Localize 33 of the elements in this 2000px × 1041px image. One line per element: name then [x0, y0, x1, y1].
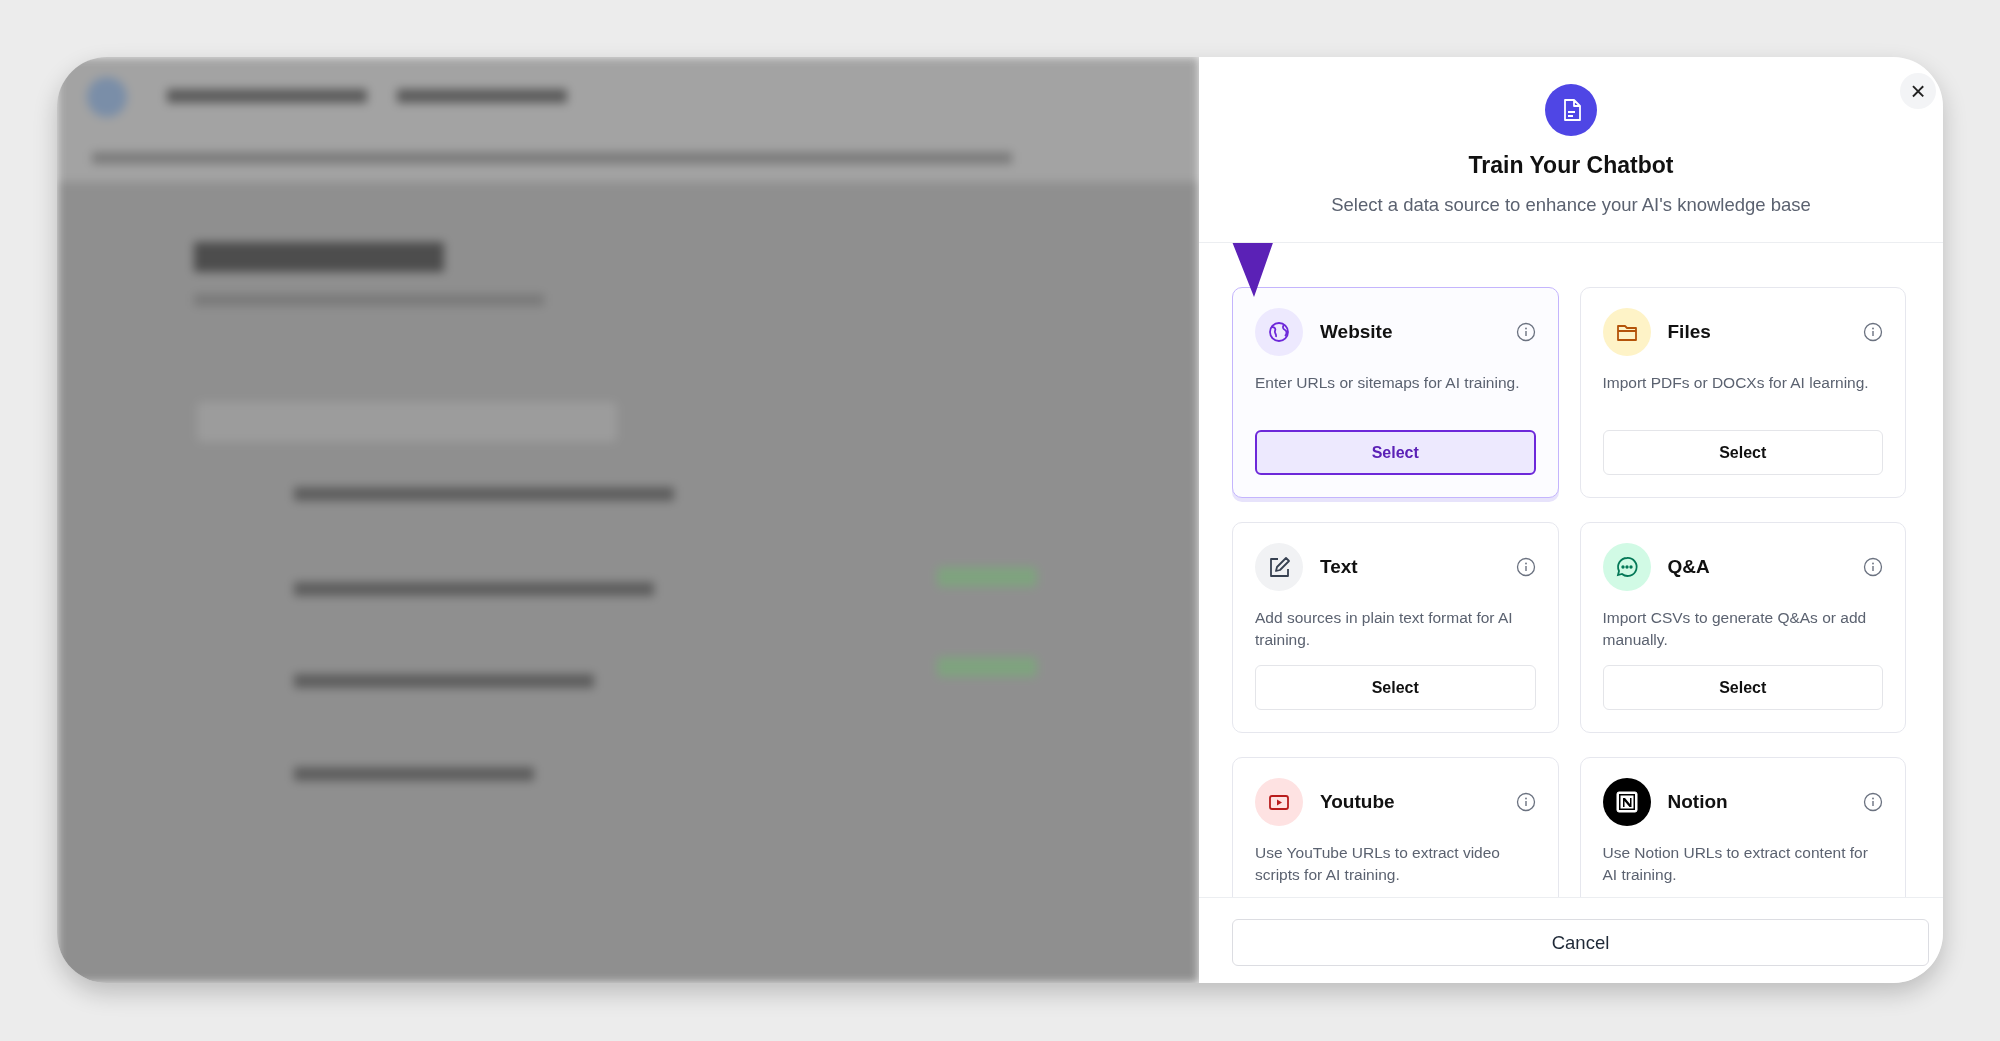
info-icon[interactable]: [1515, 557, 1536, 577]
source-name: Notion: [1667, 791, 1729, 813]
pencil-icon: [1255, 543, 1303, 591]
info-icon[interactable]: [1515, 792, 1536, 812]
info-icon[interactable]: [1515, 322, 1536, 342]
source-name: Youtube: [1320, 791, 1396, 813]
cancel-button[interactable]: Cancel: [1232, 919, 1929, 966]
select-button[interactable]: Select: [1602, 665, 1883, 710]
notion-icon: [1602, 778, 1651, 826]
source-description: Import CSVs to generate Q&As or add manually.: [1602, 608, 1868, 650]
source-name: Text: [1320, 556, 1359, 578]
source-name: Website: [1320, 321, 1394, 343]
dialog-title: Train Your Chatbot: [1468, 152, 1674, 179]
info-icon[interactable]: [1863, 792, 1883, 812]
source-description: Enter URLs or sitemaps for AI training.: [1255, 373, 1521, 393]
globe-icon: [1255, 308, 1303, 356]
source-description: Use YouTube URLs to extract video scripts for AI training.: [1255, 843, 1501, 885]
select-button[interactable]: Select: [1255, 430, 1536, 475]
source-description: Add sources in plain text format for AI training.: [1255, 608, 1514, 650]
info-icon[interactable]: [1863, 557, 1883, 577]
play-icon: [1255, 778, 1303, 826]
document-icon: [1545, 84, 1597, 136]
source-name: Q&A: [1667, 556, 1711, 578]
source-description: Use Notion URLs to extract content for AI training.: [1602, 843, 1869, 885]
info-icon[interactable]: [1863, 322, 1883, 342]
dialog-subtitle: Select a data source to enhance your AI's knowledge base: [1331, 194, 1811, 216]
select-button[interactable]: Select: [1602, 430, 1883, 475]
close-button[interactable]: ×: [1900, 73, 1936, 109]
select-button[interactable]: Select: [1255, 665, 1536, 710]
folder-icon: [1602, 308, 1651, 356]
chat-icon: [1602, 543, 1651, 591]
source-description: Import PDFs or DOCXs for AI learning.: [1602, 373, 1870, 393]
source-name: Files: [1667, 321, 1712, 343]
